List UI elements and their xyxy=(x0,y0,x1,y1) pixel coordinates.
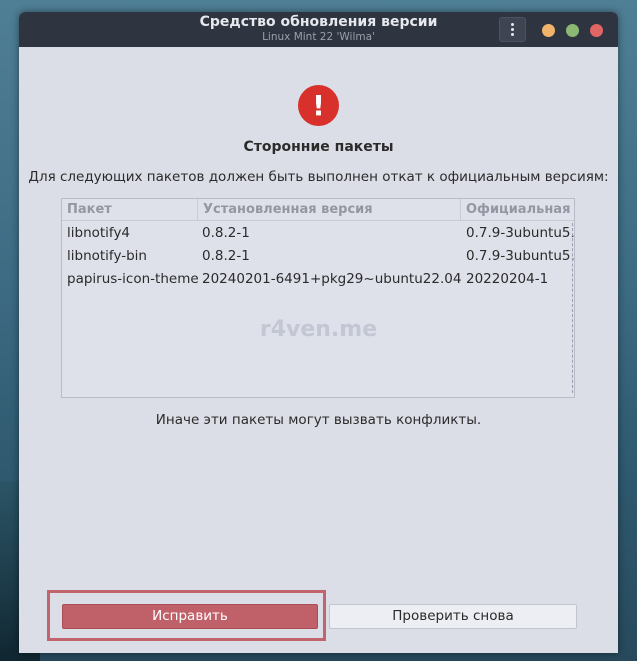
warning-text: Иначе эти пакеты могут вызвать конфликты… xyxy=(155,412,482,428)
table-header: Пакет Установленная версия Официальная xyxy=(62,199,574,221)
column-header-official-version[interactable]: Официальная xyxy=(461,199,574,220)
updater-window: Средство обновления версии Linux Mint 22… xyxy=(19,12,618,653)
maximize-button[interactable] xyxy=(566,24,579,37)
cell-package: papirus-icon-theme xyxy=(67,271,198,287)
watermark: r4ven.me xyxy=(259,317,378,342)
menu-button[interactable] xyxy=(499,17,526,42)
cell-package: libnotify4 xyxy=(67,225,131,241)
check-again-button[interactable]: Проверить снова xyxy=(329,604,577,629)
scrollbar[interactable] xyxy=(571,223,573,393)
close-button[interactable] xyxy=(590,24,603,37)
error-icon: ! xyxy=(298,85,339,126)
table-row[interactable]: libnotify-bin 0.8.2-1 0.7.9-3ubuntu5.2 xyxy=(62,245,575,268)
cell-installed-version: 0.8.2-1 xyxy=(202,225,250,241)
column-header-installed-version[interactable]: Установленная версия xyxy=(198,199,461,220)
fix-button[interactable]: Исправить xyxy=(62,604,318,629)
table-row[interactable]: libnotify4 0.8.2-1 0.7.9-3ubuntu5.2 xyxy=(62,222,575,245)
window-subtitle: Linux Mint 22 'Wilma' xyxy=(262,31,375,43)
window-title: Средство обновления версии xyxy=(199,14,438,30)
cell-installed-version: 20240201-6491+pkg29~ubuntu22.04.1 xyxy=(202,271,461,287)
minimize-button[interactable] xyxy=(542,24,555,37)
column-header-package[interactable]: Пакет xyxy=(62,199,198,220)
cell-official-version: 20220204-1 xyxy=(466,271,549,287)
dialog-heading: Сторонние пакеты xyxy=(243,139,394,155)
dialog-description: Для следующих пакетов должен быть выполн… xyxy=(28,169,609,185)
packages-table: Пакет Установленная версия Официальная l… xyxy=(61,198,575,398)
table-row[interactable]: papirus-icon-theme 20240201-6491+pkg29~u… xyxy=(62,268,574,291)
cell-official-version: 0.7.9-3ubuntu5.2 xyxy=(466,248,575,264)
cell-package: libnotify-bin xyxy=(67,248,147,264)
cell-official-version: 0.7.9-3ubuntu5.2 xyxy=(466,225,575,241)
cell-installed-version: 0.8.2-1 xyxy=(202,248,250,264)
titlebar: Средство обновления версии Linux Mint 22… xyxy=(19,12,618,47)
